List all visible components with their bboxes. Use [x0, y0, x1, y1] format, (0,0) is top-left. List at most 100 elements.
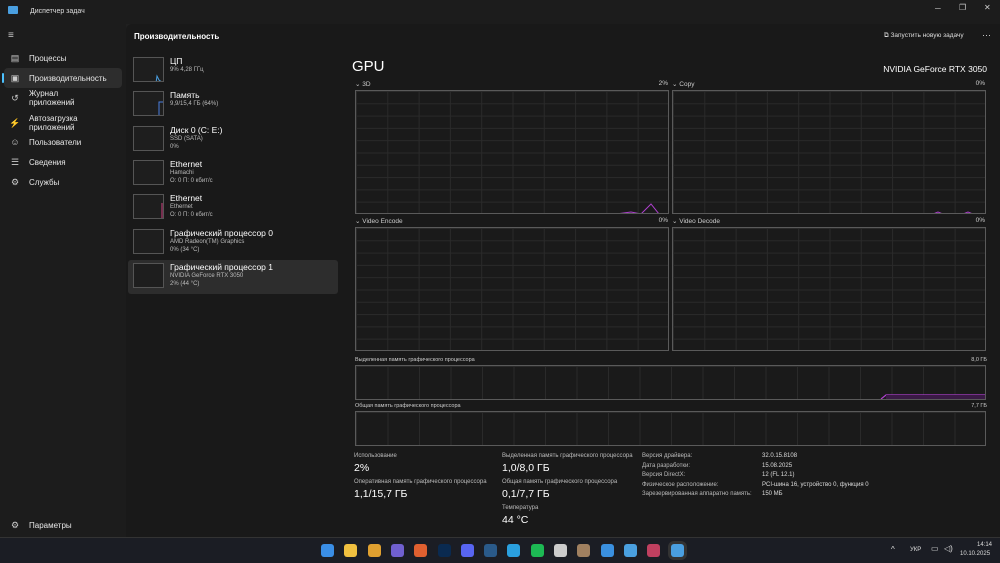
run-new-task-button[interactable]: ⧉ Запустить новую задачу: [884, 32, 964, 40]
info-label: Версия драйвера:: [642, 453, 693, 459]
more-options-button[interactable]: ···: [982, 30, 991, 40]
sidebar-item-services[interactable]: ⚙ Службы: [4, 172, 122, 192]
task-manager-icon[interactable]: [670, 544, 684, 557]
graph-value: 2%: [658, 80, 668, 87]
device-item[interactable]: Ethernet Ethernet О: 0 П: 0 кбит/с: [128, 191, 338, 225]
device-item[interactable]: ЦП 9% 4,28 ГГц: [128, 54, 338, 88]
users-icon: ☺: [10, 137, 20, 147]
sidebar-item-users[interactable]: ☺ Пользователи: [4, 132, 122, 152]
sidebar-item-label: Производительность: [29, 73, 107, 83]
device-thumbnail-graph: [133, 228, 164, 254]
gear-icon: ⚙: [10, 519, 20, 530]
app-icon[interactable]: [577, 544, 591, 557]
graph-title: 3D: [362, 81, 371, 88]
clock-date[interactable]: 10.10.2025: [960, 551, 990, 557]
graph-title: Video Encode: [362, 218, 403, 225]
temperature-value: 44 °C: [502, 514, 529, 526]
sidebar-item-label: Службы: [29, 177, 60, 187]
dedicated-memory-graph: [355, 365, 986, 400]
start-icon[interactable]: [321, 544, 334, 557]
gpu-title: GPU: [352, 58, 385, 75]
clock-time[interactable]: 14:14: [977, 542, 992, 548]
usage-value: 2%: [354, 462, 370, 474]
graph-value: 0%: [975, 217, 985, 224]
device-thumbnail-graph: [133, 91, 164, 117]
chrome-icon[interactable]: [367, 544, 381, 557]
sidebar-item-settings[interactable]: ⚙ Параметры: [4, 515, 122, 535]
device-item[interactable]: Диск 0 (C: E:) SSD (SATA) 0%: [128, 123, 338, 157]
device-name: ЦП: [170, 56, 183, 66]
info-label: Физическое расположение:: [642, 481, 719, 488]
graph-label: ⌄ Copy: [672, 81, 695, 88]
language-indicator[interactable]: УКР: [910, 547, 921, 553]
device-item[interactable]: Графический процессор 1 NVIDIA GeForce R…: [128, 259, 338, 294]
sidebar-item-label: Параметры: [29, 520, 72, 530]
device-subtitle: 9,9/15,4 ГБ (64%): [170, 101, 219, 108]
device-subtitle: SSD (SATA): [170, 135, 203, 142]
file-explorer-icon[interactable]: [344, 544, 358, 557]
spotify-icon[interactable]: [530, 544, 544, 557]
info-value: 15.08.2025: [762, 462, 793, 469]
window-app-icon[interactable]: [600, 544, 614, 557]
sidebar-item-label: Пользователи: [29, 137, 82, 147]
gpu-engine-graph[interactable]: [672, 227, 986, 351]
sidebar-item-label: Журнал приложений: [29, 89, 75, 107]
gpu-ram-label: Оперативная память графического процессо…: [354, 479, 487, 485]
device-stat: 2% (44 °C): [170, 280, 200, 287]
sidebar-item-label: Сведения: [29, 157, 66, 167]
device-subtitle: NVIDIA GeForce RTX 3050: [170, 272, 244, 279]
gpu-engine-graph[interactable]: [355, 227, 669, 351]
device-stat: 0% (34 °C): [170, 246, 200, 253]
cortana-icon[interactable]: [390, 544, 404, 557]
winrar-icon[interactable]: [647, 544, 661, 557]
shared-memory-label: Общая память графического процессора: [355, 403, 461, 409]
device-stat: 0%: [170, 143, 179, 150]
device-item[interactable]: Память 9,9/15,4 ГБ (64%): [128, 88, 338, 122]
network-icon[interactable]: ▭: [931, 544, 939, 553]
services-icon: ⚙: [10, 176, 20, 187]
sidebar-item-processes[interactable]: ▤ Процессы: [4, 48, 122, 68]
graph-label: ⌄ Video Decode: [672, 218, 720, 225]
info-value: 150 МБ: [762, 491, 783, 497]
notepad-icon[interactable]: [623, 544, 637, 557]
info-label: Версия DirectX:: [642, 472, 686, 478]
minimize-button[interactable]: ─: [935, 4, 941, 13]
telegram-icon[interactable]: [507, 544, 521, 557]
app-icon: [8, 6, 18, 14]
tray-chevron-icon[interactable]: ^: [891, 545, 895, 554]
hamburger-menu-icon[interactable]: ≡: [8, 30, 14, 41]
device-thumbnail-graph: [133, 194, 164, 220]
sidebar-item-label: Процессы: [29, 53, 67, 63]
photoshop-icon[interactable]: [437, 544, 451, 557]
device-item[interactable]: Графический процессор 0 AMD Radeon(TM) G…: [128, 226, 338, 260]
discord-icon[interactable]: [460, 544, 474, 557]
device-item[interactable]: Ethernet Hamachi О: 0 П: 0 кбит/с: [128, 157, 338, 191]
graph-label: ⌄ 3D: [355, 81, 371, 88]
maximize-button[interactable]: ❐: [959, 3, 966, 12]
device-name: Диск 0 (C: E:): [170, 124, 223, 135]
close-button[interactable]: ✕: [984, 3, 991, 12]
sidebar-item-performance[interactable]: ▣ Производительность: [2, 68, 122, 88]
steam-icon[interactable]: [484, 544, 498, 557]
dedicated-stat-value: 1,0/8,0 ГБ: [502, 462, 550, 474]
shared-memory-max: 7,7 ГБ: [971, 403, 987, 409]
dedicated-stat-label: Выделенная память графического процессор…: [502, 453, 633, 459]
dedicated-memory-label: Выделенная память графического процессор…: [355, 357, 475, 363]
sidebar-item-details[interactable]: ☰ Сведения: [4, 152, 122, 172]
gpu-engine-graph[interactable]: [355, 90, 669, 214]
device-thumbnail-graph: [133, 262, 164, 288]
dedicated-memory-line: [880, 394, 985, 399]
gpu-engine-graph[interactable]: [672, 90, 986, 214]
volume-icon[interactable]: ◁): [944, 544, 953, 553]
startup-icon: ⚡: [9, 117, 21, 128]
device-subtitle: Hamachi: [170, 169, 194, 176]
game-app-icon[interactable]: [554, 544, 567, 557]
sidebar-item-history[interactable]: ↺ Журнал приложений: [4, 88, 122, 108]
info-value: 12 (FL 12.1): [762, 472, 795, 478]
device-thumbnail-graph: [133, 125, 164, 151]
firefox-icon[interactable]: [414, 544, 428, 557]
details-icon: ☰: [10, 156, 20, 167]
sidebar-item-label: Автозагрузка приложений: [29, 114, 78, 132]
window-title: Диспетчер задач: [30, 8, 85, 15]
graph-title: Video Decode: [679, 218, 720, 225]
